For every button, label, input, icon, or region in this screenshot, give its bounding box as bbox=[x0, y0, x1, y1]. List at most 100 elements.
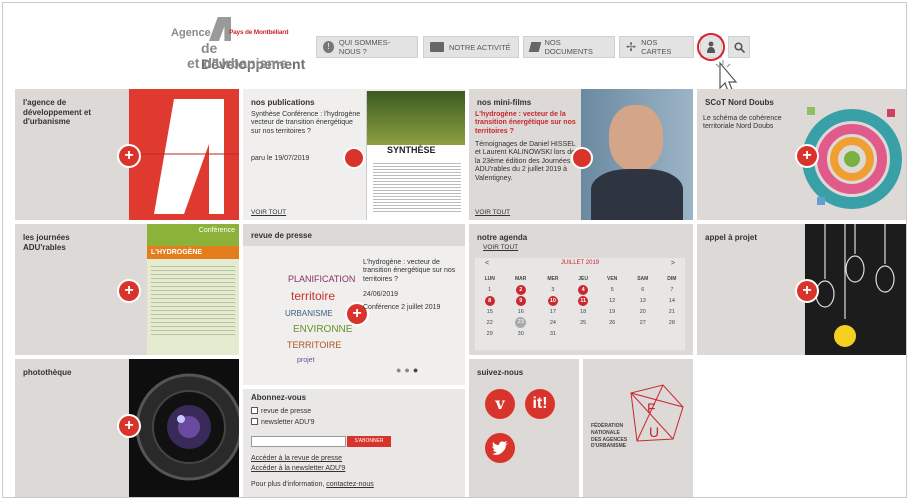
film-description: Témoignages de Daniel HISSEL et Laurent … bbox=[475, 141, 576, 182]
nav-qui-sommes-nous[interactable]: ! QUI SOMMES-NOUS ? bbox=[316, 36, 418, 58]
expand-plus-icon[interactable]: + bbox=[119, 416, 139, 436]
svg-text:ENVIRONNE: ENVIRONNE bbox=[293, 324, 353, 335]
calendar-week: 22 23 24 25 26 27 28 bbox=[475, 317, 685, 328]
calendar-day[interactable]: 23 bbox=[504, 317, 537, 328]
calendar-day[interactable]: 6 bbox=[627, 284, 659, 295]
checkbox-revue[interactable] bbox=[251, 407, 258, 414]
nav-label: QUI SOMMES-NOUS ? bbox=[338, 38, 391, 56]
calendar-week: 8 9 10 11 12 13 14 bbox=[475, 295, 685, 306]
film-red-title: L'hydrogène : vecteur de la transition é… bbox=[475, 111, 576, 135]
svg-text:TERRITOIRE: TERRITOIRE bbox=[287, 340, 341, 350]
calendar-day[interactable]: 21 bbox=[659, 306, 685, 317]
calendar-day[interactable]: 14 bbox=[659, 295, 685, 306]
scoopit-icon[interactable]: it! bbox=[525, 389, 555, 419]
tile-agence[interactable]: l'agence de développement et d'urbanisme… bbox=[15, 89, 239, 220]
fnau-line: D'URBANISME bbox=[591, 443, 627, 450]
newsletter-link[interactable]: Accéder à la newsletter ADU'9 bbox=[251, 465, 345, 472]
tile-phototheque[interactable]: photothèque + bbox=[15, 359, 239, 497]
voir-tout-link[interactable]: VOIR TOUT bbox=[483, 244, 518, 251]
presentation-icon[interactable] bbox=[343, 147, 365, 169]
document-icon bbox=[528, 42, 541, 52]
svg-text:F: F bbox=[647, 400, 656, 416]
calendar-day[interactable]: 20 bbox=[627, 306, 659, 317]
tile-revue-de-presse[interactable]: revue de presse PLANIFICATION territoire… bbox=[243, 224, 465, 385]
tile-mini-films[interactable]: nos mini-films L'hydrogène : vecteur de … bbox=[469, 89, 693, 220]
svg-text:PLANIFICATION: PLANIFICATION bbox=[288, 274, 355, 284]
option-label: revue de presse bbox=[261, 408, 312, 415]
agenda-calendar[interactable]: < JUILLET 2019 > LUN MAR MER JEU VEN SAM DIM 1 2… bbox=[475, 258, 685, 350]
calendar-day[interactable]: 11 bbox=[569, 295, 598, 306]
nav-notre-activite[interactable]: NOTRE ACTIVITÉ bbox=[423, 36, 519, 58]
video-thumbnail[interactable] bbox=[581, 89, 693, 220]
calendar-day-header: SAM bbox=[637, 275, 649, 282]
synthese-document-image: SYNTHÈSE bbox=[366, 91, 465, 220]
calendar-day[interactable]: 12 bbox=[597, 295, 626, 306]
calendar-day[interactable]: 1 bbox=[475, 284, 504, 295]
camera-lens-image bbox=[129, 359, 239, 497]
carousel-dots[interactable]: ●●● bbox=[396, 365, 421, 375]
expand-plus-icon[interactable]: + bbox=[797, 281, 817, 301]
calendar-day[interactable]: 22 bbox=[475, 317, 504, 328]
tile-title: suivez-nous bbox=[477, 368, 524, 377]
calendar-day[interactable]: 15 bbox=[475, 306, 504, 317]
calendar-week: 29 30 31 bbox=[475, 328, 685, 339]
expand-plus-icon[interactable]: + bbox=[119, 146, 139, 166]
calendar-day[interactable]: 31 bbox=[537, 328, 569, 339]
calendar-day-header: JEU bbox=[578, 275, 589, 282]
search-button[interactable] bbox=[728, 36, 750, 58]
email-input[interactable] bbox=[251, 436, 346, 447]
tile-scot[interactable]: SCoT Nord Doubs Le schéma de cohérence t… bbox=[697, 89, 906, 220]
tile-publications[interactable]: nos publications Synthèse Conférence : l… bbox=[243, 89, 465, 220]
option-revue[interactable]: revue de presse bbox=[251, 407, 311, 415]
calendar-day[interactable]: 3 bbox=[537, 284, 569, 295]
tile-fnau[interactable]: F U FÉDÉRATION NATIONALE DES AGENCES D'U… bbox=[583, 359, 693, 497]
calendar-day[interactable]: 7 bbox=[659, 284, 685, 295]
nav-nos-cartes[interactable]: ✢ NOS CARTES bbox=[619, 36, 694, 58]
calendar-day[interactable]: 9 bbox=[504, 295, 537, 306]
journees-poster-image: Conférence L'HYDROGÈNE bbox=[147, 224, 239, 355]
annotation-circle bbox=[697, 33, 725, 61]
option-newsletter[interactable]: newsletter ADU'9 bbox=[251, 418, 314, 426]
calendar-day[interactable]: 8 bbox=[475, 295, 504, 306]
calendar-day[interactable]: 28 bbox=[659, 317, 685, 328]
site-logo[interactable]: Agence Pays de Montbéliard de Développem… bbox=[171, 17, 311, 73]
calendar-day[interactable]: 4 bbox=[569, 284, 598, 295]
play-video-icon[interactable] bbox=[571, 147, 593, 169]
calendar-day[interactable]: 13 bbox=[627, 295, 659, 306]
calendar-day[interactable]: 30 bbox=[504, 328, 537, 339]
checkbox-newsletter[interactable] bbox=[251, 418, 258, 425]
calendar-day[interactable]: 26 bbox=[597, 317, 626, 328]
calendar-day bbox=[659, 328, 685, 339]
svg-text:projet: projet bbox=[297, 357, 315, 364]
calendar-day[interactable]: 25 bbox=[569, 317, 598, 328]
calendar-day[interactable]: 10 bbox=[537, 295, 569, 306]
calendar-day[interactable]: 27 bbox=[627, 317, 659, 328]
expand-plus-icon[interactable]: + bbox=[119, 281, 139, 301]
tile-journees[interactable]: les journées ADU'rables Conférence L'HYD… bbox=[15, 224, 239, 355]
tile-appel-a-projet[interactable]: appel à projet + bbox=[697, 224, 906, 355]
svg-text:U: U bbox=[649, 424, 659, 440]
calendar-day[interactable]: 19 bbox=[597, 306, 626, 317]
calendar-next-button[interactable]: > bbox=[671, 260, 675, 267]
calendar-day[interactable]: 24 bbox=[537, 317, 569, 328]
calendar-day[interactable]: 18 bbox=[569, 306, 598, 317]
calendar-day[interactable]: 2 bbox=[504, 284, 537, 295]
nav-nos-documents[interactable]: NOS DOCUMENTS bbox=[523, 36, 615, 58]
calendar-day[interactable]: 17 bbox=[537, 306, 569, 317]
vimeo-icon[interactable]: v bbox=[485, 389, 515, 419]
expand-plus-icon[interactable]: + bbox=[797, 146, 817, 166]
nav-label: NOS CARTES bbox=[641, 38, 672, 56]
calendar-week: 1234567 bbox=[475, 284, 685, 295]
calendar-day[interactable]: 29 bbox=[475, 328, 504, 339]
voir-tout-link[interactable]: VOIR TOUT bbox=[475, 209, 510, 216]
option-label: newsletter ADU'9 bbox=[261, 419, 315, 426]
calendar-day[interactable]: 5 bbox=[597, 284, 626, 295]
logo-urbanisme: et d'Urbanisme bbox=[187, 55, 288, 71]
voir-tout-link[interactable]: VOIR TOUT bbox=[251, 209, 286, 216]
subscribe-button[interactable]: S'ABONNER bbox=[347, 436, 391, 447]
twitter-icon[interactable] bbox=[485, 433, 515, 463]
contact-link[interactable]: contactez-nous bbox=[326, 481, 373, 488]
nav-label: NOS DOCUMENTS bbox=[544, 38, 593, 56]
revue-link[interactable]: Accéder à la revue de presse bbox=[251, 455, 342, 462]
calendar-day[interactable]: 16 bbox=[504, 306, 537, 317]
